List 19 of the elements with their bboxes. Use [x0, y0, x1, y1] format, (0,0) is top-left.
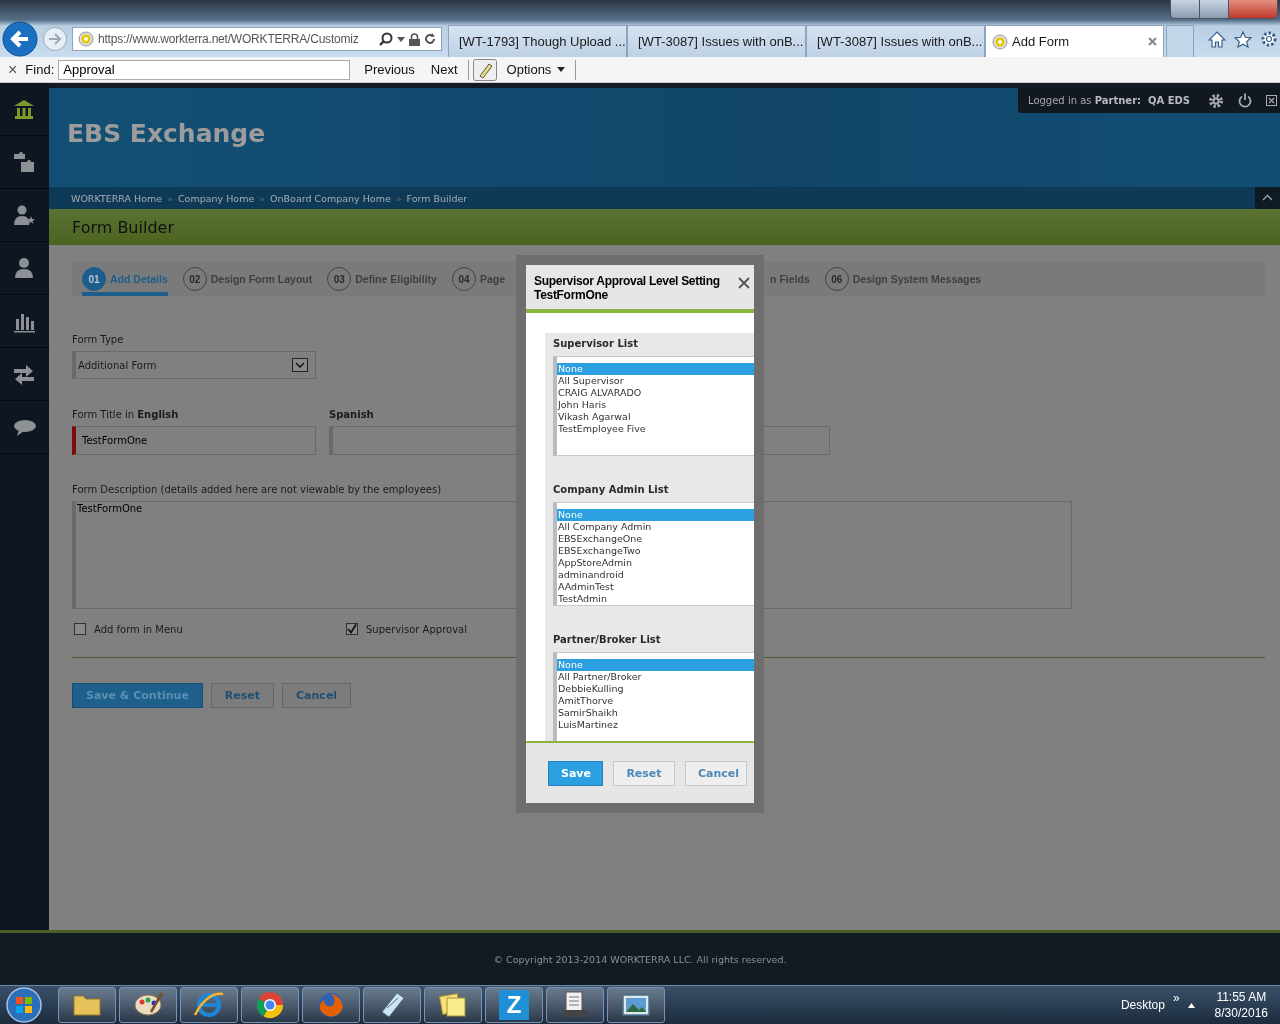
login-status: Logged in as Partner: QA EDS	[1028, 95, 1191, 106]
field-label: Spanish	[329, 409, 374, 420]
field-label: Form Type	[72, 334, 124, 345]
breadcrumb-separator: »	[259, 192, 266, 204]
list-label: Company Admin List	[553, 484, 670, 495]
page-title: Form Builder	[72, 218, 175, 237]
app-title: EBS Exchange	[67, 119, 267, 148]
field-label: Form Title in English	[72, 409, 179, 420]
field-label: Form Description (details added here are not viewable by the employees)	[72, 484, 442, 495]
checkbox-label: Supervisor Approval	[366, 623, 467, 635]
breadcrumb-separator: »	[395, 192, 402, 204]
list-label: Partner/Broker List	[553, 634, 662, 645]
checkbox-label: Add form in Menu	[94, 623, 183, 635]
copyright-text: © Copyright 2013-2014 WORKTERRA LLC. All rights reserved.	[493, 953, 787, 965]
list-label: Supervisor List	[553, 338, 639, 349]
dialog-title: Supervisor Approval Level Setting TestFormOne	[534, 274, 721, 302]
url-text: https://www.workterra.net/WORKTERRA/Customiz	[98, 32, 360, 46]
breadcrumb-separator: »	[167, 192, 173, 204]
find-label: Find:	[25, 62, 55, 77]
